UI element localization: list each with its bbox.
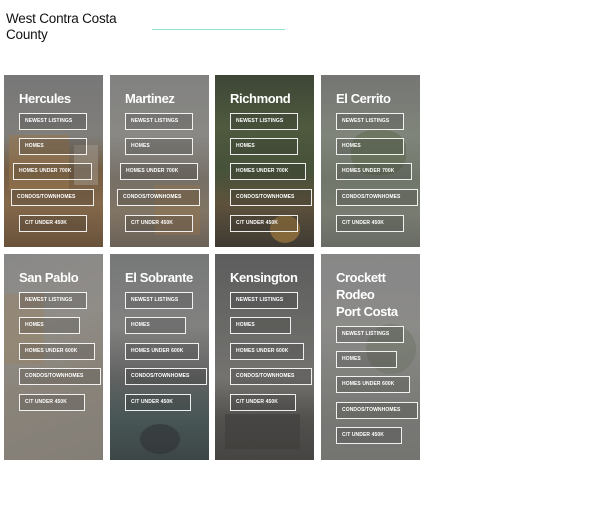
city-card-el-cerrito[interactable]: El Cerrito NEWEST LISTINGS HOMES HOMES U… <box>321 75 420 247</box>
city-name: Kensington <box>230 270 298 285</box>
condos-townhomes-button[interactable]: CONDOS/TOWNHOMES <box>230 368 312 385</box>
ct-under-price-button[interactable]: C/T UNDER 450K <box>230 215 298 232</box>
city-name: Martinez <box>125 91 175 106</box>
ct-under-price-button[interactable]: C/T UNDER 450K <box>125 215 193 232</box>
city-card-el-sobrante[interactable]: El Sobrante NEWEST LISTINGS HOMES HOMES … <box>110 254 209 460</box>
newest-listings-button[interactable]: NEWEST LISTINGS <box>336 326 404 343</box>
condos-townhomes-button[interactable]: CONDOS/TOWNHOMES <box>19 368 101 385</box>
ct-under-price-button[interactable]: C/T UNDER 450K <box>230 394 296 411</box>
homes-button[interactable]: HOMES <box>230 317 291 334</box>
city-card-martinez[interactable]: Martinez NEWEST LISTINGS HOMES HOMES UND… <box>110 75 209 247</box>
newest-listings-button[interactable]: NEWEST LISTINGS <box>19 113 87 130</box>
condos-townhomes-button[interactable]: CONDOS/TOWNHOMES <box>125 368 207 385</box>
newest-listings-button[interactable]: NEWEST LISTINGS <box>125 113 193 130</box>
city-name: El Cerrito <box>336 91 391 106</box>
city-name: Richmond <box>230 91 291 106</box>
newest-listings-button[interactable]: NEWEST LISTINGS <box>336 113 404 130</box>
city-card-richmond[interactable]: Richmond NEWEST LISTINGS HOMES HOMES UND… <box>215 75 314 247</box>
condos-townhomes-button[interactable]: CONDOS/TOWNHOMES <box>336 402 418 419</box>
homes-under-price-button[interactable]: HOMES UNDER 700K <box>230 163 306 180</box>
condos-townhomes-button[interactable]: CONDOS/TOWNHOMES <box>230 189 312 206</box>
homes-button[interactable]: HOMES <box>125 317 186 334</box>
ct-under-price-button[interactable]: C/T UNDER 450K <box>19 394 85 411</box>
condos-townhomes-button[interactable]: CONDOS/TOWNHOMES <box>336 189 418 206</box>
homes-button[interactable]: HOMES <box>19 138 87 155</box>
ct-under-price-button[interactable]: C/T UNDER 450K <box>125 394 191 411</box>
title-divider <box>152 29 285 30</box>
homes-under-price-button[interactable]: HOMES UNDER 600K <box>336 376 410 393</box>
city-name: Hercules <box>19 91 71 106</box>
newest-listings-button[interactable]: NEWEST LISTINGS <box>230 292 298 309</box>
homes-button[interactable]: HOMES <box>230 138 298 155</box>
homes-under-price-button[interactable]: HOMES UNDER 700K <box>13 163 92 180</box>
condos-townhomes-button[interactable]: CONDOS/TOWNHOMES <box>117 189 200 206</box>
homes-under-price-button[interactable]: HOMES UNDER 600K <box>125 343 199 360</box>
city-card-san-pablo[interactable]: San Pablo NEWEST LISTINGS HOMES HOMES UN… <box>4 254 103 460</box>
city-name: San Pablo <box>19 270 79 285</box>
city-card-kensington[interactable]: Kensington NEWEST LISTINGS HOMES HOMES U… <box>215 254 314 460</box>
homes-under-price-button[interactable]: HOMES UNDER 600K <box>230 343 304 360</box>
page-title: West Contra Costa County <box>6 11 117 42</box>
homes-under-price-button[interactable]: HOMES UNDER 700K <box>336 163 412 180</box>
homes-button[interactable]: HOMES <box>125 138 193 155</box>
condos-townhomes-button[interactable]: CONDOS/TOWNHOMES <box>11 189 94 206</box>
ct-under-price-button[interactable]: C/T UNDER 450K <box>336 215 404 232</box>
city-card-hercules[interactable]: Hercules NEWEST LISTINGS HOMES HOMES UND… <box>4 75 103 247</box>
newest-listings-button[interactable]: NEWEST LISTINGS <box>125 292 193 309</box>
homes-button[interactable]: HOMES <box>19 317 80 334</box>
city-card-crockett-rodeo-port-costa[interactable]: Crockett Rodeo Port Costa NEWEST LISTING… <box>321 254 420 460</box>
newest-listings-button[interactable]: NEWEST LISTINGS <box>230 113 298 130</box>
ct-under-price-button[interactable]: C/T UNDER 450K <box>336 427 402 444</box>
ct-under-price-button[interactable]: C/T UNDER 450K <box>19 215 87 232</box>
city-name: El Sobrante <box>125 270 193 285</box>
city-name: Crockett Rodeo Port Costa <box>336 270 398 319</box>
newest-listings-button[interactable]: NEWEST LISTINGS <box>19 292 87 309</box>
homes-button[interactable]: HOMES <box>336 351 397 368</box>
homes-under-price-button[interactable]: HOMES UNDER 600K <box>19 343 95 360</box>
homes-under-price-button[interactable]: HOMES UNDER 700K <box>120 163 198 180</box>
homes-button[interactable]: HOMES <box>336 138 404 155</box>
